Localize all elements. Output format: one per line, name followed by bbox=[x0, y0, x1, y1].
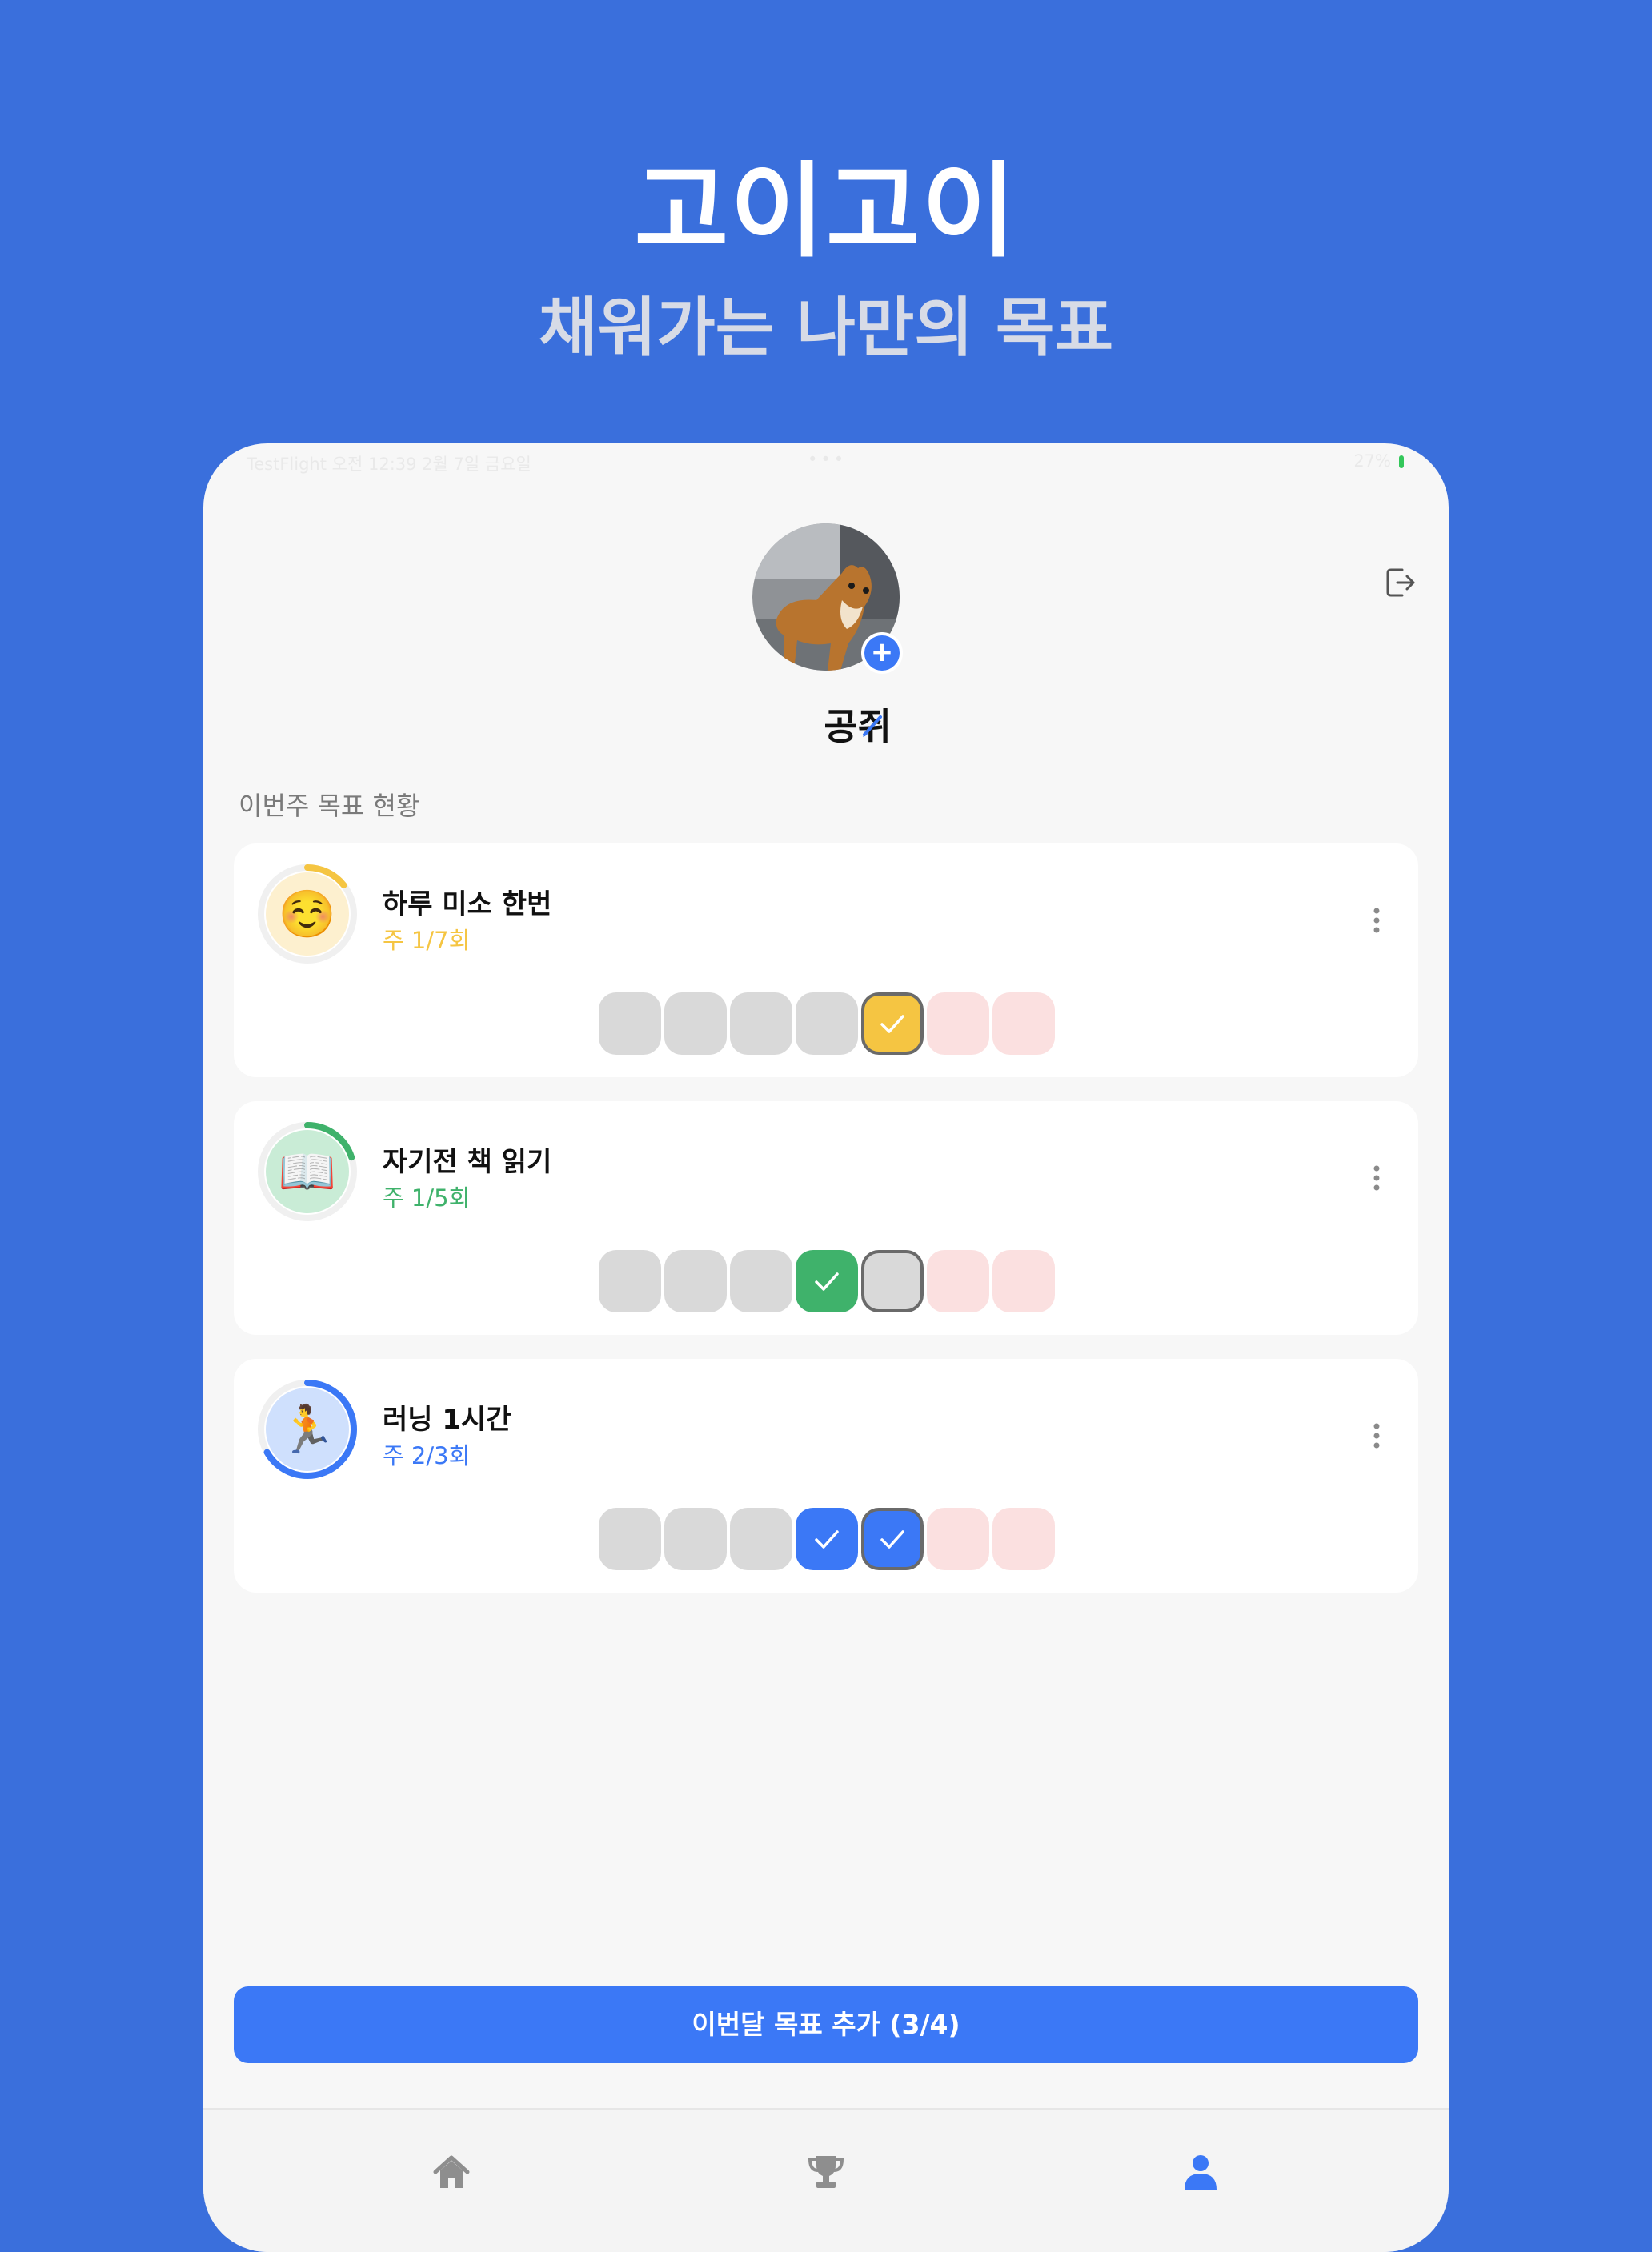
more-options-icon[interactable] bbox=[1370, 1162, 1383, 1194]
goal-card[interactable]: 🏃 러닝 1시간주 2/3회 bbox=[234, 1359, 1418, 1593]
day-cell[interactable] bbox=[861, 1250, 924, 1312]
goal-count: 주 1/5회 bbox=[383, 1184, 471, 1212]
add-goal-button[interactable]: 이번달 목표 추가 (3/4) bbox=[234, 1986, 1418, 2063]
goal-title: 러닝 1시간 bbox=[383, 1404, 511, 1436]
checkmark-icon bbox=[880, 1015, 904, 1033]
logout-icon[interactable] bbox=[1383, 565, 1418, 600]
goal-emoji-icon: ☺️ bbox=[278, 887, 337, 941]
tab-bar bbox=[203, 2108, 1449, 2252]
goal-title: 자기전 책 읽기 bbox=[383, 1146, 552, 1178]
more-options-icon[interactable] bbox=[1370, 904, 1383, 936]
add-photo-button[interactable]: + bbox=[861, 632, 903, 674]
checkmark-icon bbox=[880, 1530, 904, 1549]
day-cell[interactable] bbox=[992, 1250, 1055, 1312]
hero-title: 고이고이 bbox=[634, 152, 1018, 271]
weekly-day-tracker bbox=[599, 1508, 1055, 1572]
day-cell[interactable] bbox=[796, 992, 858, 1055]
day-cell[interactable] bbox=[599, 1508, 661, 1570]
day-cell[interactable] bbox=[992, 992, 1055, 1055]
day-cell[interactable] bbox=[861, 992, 924, 1055]
battery-percent: 27% bbox=[1353, 451, 1391, 471]
status-left: TestFlight 오전 12:39 2월 7일 금요일 bbox=[247, 455, 531, 474]
more-options-icon[interactable] bbox=[1370, 1420, 1383, 1452]
hero-subtitle: 채워가는 나만의 목표 bbox=[538, 291, 1114, 365]
checkmark-icon bbox=[815, 1272, 839, 1291]
day-cell[interactable] bbox=[730, 1508, 792, 1570]
day-cell[interactable] bbox=[599, 1250, 661, 1312]
day-cell[interactable] bbox=[796, 1250, 858, 1312]
plus-icon: + bbox=[870, 636, 894, 668]
person-icon[interactable] bbox=[1180, 2151, 1221, 2193]
device-screen: TestFlight 오전 12:39 2월 7일 금요일 ••• 27% + … bbox=[203, 443, 1449, 2252]
checkmark-icon bbox=[815, 1530, 839, 1549]
weekly-goals-label: 이번주 목표 현황 bbox=[239, 791, 420, 821]
goal-emoji-icon: 🏃 bbox=[278, 1402, 337, 1457]
pencil-icon[interactable] bbox=[858, 709, 890, 741]
day-cell[interactable] bbox=[664, 1250, 727, 1312]
multitask-dots[interactable]: ••• bbox=[808, 450, 847, 469]
day-cell[interactable] bbox=[730, 1250, 792, 1312]
day-cell[interactable] bbox=[927, 1250, 989, 1312]
battery-icon bbox=[1399, 455, 1404, 468]
day-cell[interactable] bbox=[927, 992, 989, 1055]
day-cell[interactable] bbox=[599, 992, 661, 1055]
goal-title: 하루 미소 한번 bbox=[383, 888, 552, 920]
day-cell[interactable] bbox=[730, 992, 792, 1055]
day-cell[interactable] bbox=[927, 1508, 989, 1570]
day-cell[interactable] bbox=[861, 1508, 924, 1570]
trophy-icon[interactable] bbox=[805, 2151, 847, 2193]
goal-count: 주 2/3회 bbox=[383, 1442, 471, 1469]
day-cell[interactable] bbox=[664, 1508, 727, 1570]
status-bar: TestFlight 오전 12:39 2월 7일 금요일 ••• 27% bbox=[203, 443, 1449, 479]
day-cell[interactable] bbox=[796, 1508, 858, 1570]
goal-emoji-icon: 📖 bbox=[278, 1144, 337, 1199]
day-cell[interactable] bbox=[664, 992, 727, 1055]
goal-card[interactable]: ☺️ 하루 미소 한번주 1/7회 bbox=[234, 843, 1418, 1077]
goal-count: 주 1/7회 bbox=[383, 927, 471, 954]
battery-status: 27% bbox=[1353, 451, 1404, 471]
goal-card[interactable]: 📖 자기전 책 읽기주 1/5회 bbox=[234, 1101, 1418, 1335]
home-icon[interactable] bbox=[431, 2151, 472, 2193]
weekly-day-tracker bbox=[599, 1250, 1055, 1314]
day-cell[interactable] bbox=[992, 1508, 1055, 1570]
weekly-day-tracker bbox=[599, 992, 1055, 1056]
